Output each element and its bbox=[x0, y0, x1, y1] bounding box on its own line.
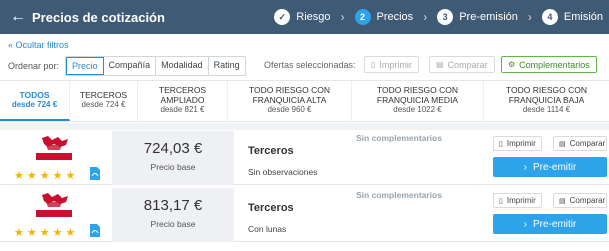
order-option-precio[interactable]: Precio bbox=[66, 57, 104, 75]
compare-icon: ▤ bbox=[559, 140, 566, 148]
step-number: 3 bbox=[437, 9, 454, 25]
document-icon: ▯ bbox=[499, 140, 503, 148]
pre-emitir-label: Pre-emitir bbox=[533, 161, 577, 173]
tab-todo-riesgo-alta[interactable]: TODO RIESGO CON FRANQUICIA ALTA desde 96… bbox=[228, 81, 352, 121]
order-option-modalidad[interactable]: Modalidad bbox=[156, 57, 209, 75]
chevron-right-icon: › bbox=[340, 10, 345, 24]
insurer-cell: ★★★★★ bbox=[0, 188, 108, 242]
hide-filters-link[interactable]: « Ocultar filtros bbox=[8, 40, 69, 50]
result-row: ★★★★★ 813,17 € Precio base Sin complemen… bbox=[0, 188, 609, 242]
tab-title: TODOS bbox=[19, 90, 50, 100]
step-pre-emision[interactable]: 3 Pre-emisión bbox=[437, 9, 518, 25]
stepper: ✓ Riesgo › 2 Precios › 3 Pre-emisión › 4… bbox=[274, 0, 603, 34]
tab-price: desde 1114 € bbox=[522, 105, 571, 114]
coverage-name: Terceros bbox=[248, 202, 294, 214]
print-label: Imprimir bbox=[506, 196, 536, 205]
top-bar: ← Precios de cotización ✓ Riesgo › 2 Pre… bbox=[0, 0, 609, 34]
page-title: Precios de cotización bbox=[32, 9, 165, 25]
tab-title: TERCEROS AMPLIADO bbox=[158, 85, 207, 105]
complementarios-label: Complementarios bbox=[519, 59, 590, 70]
step-label: Riesgo bbox=[296, 11, 331, 23]
print-button[interactable]: ▯ Imprimir bbox=[493, 136, 542, 151]
tab-price: desde 821 € bbox=[160, 105, 205, 114]
complementarios-status: Sin complementarios bbox=[356, 190, 442, 200]
pdf-icon[interactable] bbox=[90, 167, 100, 180]
generali-logo bbox=[36, 136, 72, 160]
chevron-right-icon: › bbox=[523, 161, 527, 173]
print-label: Imprimir bbox=[379, 59, 412, 70]
tab-price: desde 724 € bbox=[81, 100, 126, 109]
compare-button[interactable]: ▤ Comparar bbox=[553, 136, 607, 151]
tab-title: TODO RIESGO CON FRANQUICIA MEDIA bbox=[376, 85, 459, 105]
generali-logo bbox=[36, 193, 72, 217]
tab-title: TERCEROS bbox=[79, 90, 128, 100]
arrow-left-icon[interactable]: ← bbox=[4, 8, 32, 26]
tab-terceros[interactable]: TERCEROS desde 724 € bbox=[70, 81, 138, 121]
print-label: Imprimir bbox=[506, 139, 536, 148]
result-row: ★★★★★ 724,03 € Precio base Sin complemen… bbox=[0, 131, 609, 185]
complementarios-status: Sin complementarios bbox=[356, 133, 442, 143]
compare-button[interactable]: ▤ Comparar bbox=[553, 193, 607, 208]
price-cell: 724,03 € Precio base bbox=[112, 131, 234, 185]
coverage-name: Terceros bbox=[248, 145, 294, 157]
tab-title: TODO RIESGO CON FRANQUICIA ALTA bbox=[248, 85, 331, 105]
separator bbox=[0, 123, 609, 130]
step-label: Precios bbox=[376, 11, 414, 23]
compare-label: Comparar bbox=[569, 196, 606, 205]
tab-price: desde 1022 € bbox=[393, 105, 442, 114]
price-value: 813,17 € bbox=[143, 197, 203, 214]
order-segmented-control: Precio Compañía Modalidad Rating bbox=[65, 56, 246, 76]
tab-terceros-ampliado[interactable]: TERCEROS AMPLIADO desde 821 € bbox=[138, 81, 228, 121]
rating-stars: ★★★★★ bbox=[14, 170, 79, 182]
rating-stars: ★★★★★ bbox=[14, 227, 79, 239]
tab-title: TODO RIESGO CON FRANQUICIA BAJA bbox=[505, 85, 588, 105]
order-option-rating[interactable]: Rating bbox=[209, 57, 245, 75]
step-number: 2 bbox=[354, 9, 371, 25]
pdf-icon[interactable] bbox=[90, 224, 100, 237]
chevron-right-icon: › bbox=[527, 10, 532, 24]
step-label: Emisión bbox=[563, 11, 603, 23]
price-value: 724,03 € bbox=[143, 140, 203, 157]
compare-icon: ▤ bbox=[436, 60, 444, 69]
tab-price: desde 724 € bbox=[11, 100, 58, 109]
tab-todo-riesgo-baja[interactable]: TODO RIESGO CON FRANQUICIA BAJA desde 11… bbox=[484, 81, 609, 121]
coverage-notes: Con lunas bbox=[248, 224, 287, 234]
insurer-cell: ★★★★★ bbox=[0, 131, 108, 185]
pre-emitir-button[interactable]: › Pre-emitir bbox=[493, 214, 607, 234]
step-label: Pre-emisión bbox=[459, 11, 518, 23]
print-selected-button[interactable]: ▯ Imprimir bbox=[364, 56, 419, 73]
category-tabs: TODOS desde 724 € TERCEROS desde 724 € T… bbox=[0, 80, 609, 122]
document-icon: ▯ bbox=[499, 197, 503, 205]
order-label: Ordenar por: bbox=[8, 61, 60, 71]
gear-icon: ⚙ bbox=[508, 60, 516, 69]
chevron-right-icon: › bbox=[523, 218, 527, 230]
chevron-right-icon: › bbox=[423, 10, 428, 24]
compare-icon: ▤ bbox=[559, 197, 566, 205]
tab-price: desde 960 € bbox=[267, 105, 312, 114]
step-precios[interactable]: 2 Precios bbox=[354, 9, 414, 25]
price-sub: Precio base bbox=[150, 219, 196, 229]
check-icon: ✓ bbox=[274, 9, 291, 25]
compare-label: Comparar bbox=[447, 59, 488, 70]
document-icon: ▯ bbox=[371, 60, 376, 69]
price-cell: 813,17 € Precio base bbox=[112, 188, 234, 242]
print-button[interactable]: ▯ Imprimir bbox=[493, 193, 542, 208]
order-bar: Ordenar por: Precio Compañía Modalidad R… bbox=[8, 56, 246, 76]
coverage-notes: Sin observaciones bbox=[248, 167, 318, 177]
price-sub: Precio base bbox=[150, 162, 196, 172]
order-option-compania[interactable]: Compañía bbox=[104, 57, 157, 75]
step-riesgo[interactable]: ✓ Riesgo bbox=[274, 9, 331, 25]
complementarios-button[interactable]: ⚙ Complementarios bbox=[501, 56, 597, 73]
compare-label: Comparar bbox=[569, 139, 606, 148]
tab-todos[interactable]: TODOS desde 724 € bbox=[0, 81, 70, 121]
step-number: 4 bbox=[541, 9, 558, 25]
tab-todo-riesgo-media[interactable]: TODO RIESGO CON FRANQUICIA MEDIA desde 1… bbox=[352, 81, 484, 121]
step-emision[interactable]: 4 Emisión bbox=[541, 9, 603, 25]
pre-emitir-label: Pre-emitir bbox=[533, 218, 577, 230]
pre-emitir-button[interactable]: › Pre-emitir bbox=[493, 157, 607, 177]
compare-selected-button[interactable]: ▤ Comparar bbox=[429, 56, 495, 73]
offers-selected-label: Ofertas seleccionadas: bbox=[264, 60, 356, 70]
